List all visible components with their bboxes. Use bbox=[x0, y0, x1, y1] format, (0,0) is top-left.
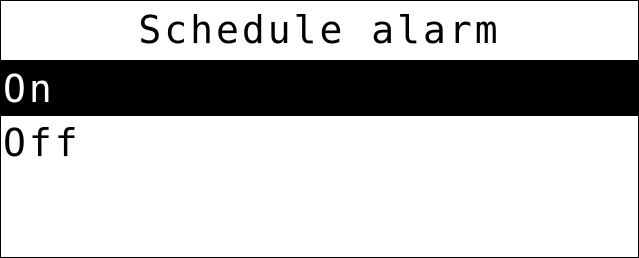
screen-title: Schedule alarm bbox=[138, 8, 501, 52]
title-bar: Schedule alarm bbox=[1, 1, 638, 59]
menu-item-on[interactable]: On bbox=[1, 62, 638, 116]
lcd-screen: Schedule alarm On Off bbox=[0, 0, 639, 258]
menu-item-off[interactable]: Off bbox=[1, 116, 638, 170]
option-menu: On Off bbox=[1, 62, 638, 170]
